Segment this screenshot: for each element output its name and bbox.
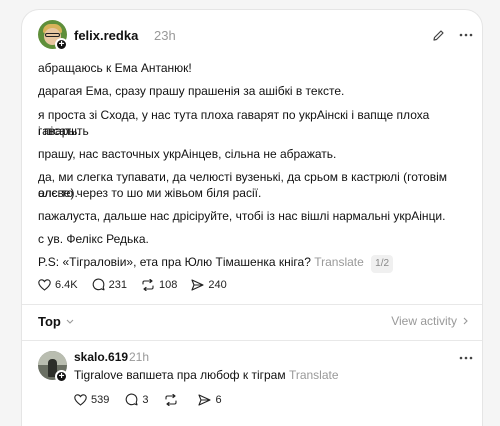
post-paragraph: пажалуста, дальше нас дрісіруйте, чтобі … xyxy=(38,209,446,223)
share-button[interactable]: 6 xyxy=(198,393,222,406)
comment-icon xyxy=(92,278,105,291)
repost-button[interactable]: 108 xyxy=(141,278,178,291)
divider xyxy=(22,304,482,305)
chevron-right-icon xyxy=(463,317,468,325)
like-count: 539 xyxy=(91,393,110,406)
share-icon xyxy=(198,393,212,406)
comment-count: 3 xyxy=(142,393,149,406)
sort-label: Top xyxy=(38,314,61,329)
reply-text: Tigralove вапшета пра любоф к тіграм xyxy=(74,368,286,382)
post-paragraph: с ув. Фелікс Редька. xyxy=(38,232,149,246)
chevron-down-icon xyxy=(66,319,74,324)
repost-count: 108 xyxy=(159,278,178,291)
translate-link[interactable]: Translate xyxy=(289,368,339,382)
post-time: 23h xyxy=(154,28,176,43)
share-count: 240 xyxy=(208,278,227,291)
share-count: 6 xyxy=(215,393,222,406)
repost-icon xyxy=(142,278,154,291)
reply-username[interactable]: skalo.619 xyxy=(74,350,128,364)
post-paragraph: абращаюсь к Ема Антанюк! xyxy=(38,61,192,75)
reply-time: 21h xyxy=(129,350,150,364)
post-last-line: P.S: «Тіграловіи», ета пра Юлю Тімашенка… xyxy=(38,254,394,273)
repost-button[interactable] xyxy=(164,393,182,406)
share-icon xyxy=(191,278,204,291)
comment-icon xyxy=(126,393,138,406)
reply-actions: 539 3 6 xyxy=(74,393,236,406)
post-ps-text: P.S: «Тіграловіи», ета пра Юлю Тімашенка… xyxy=(38,255,311,269)
post-paragraph: і пісать. xyxy=(38,124,81,138)
heart-icon xyxy=(74,393,87,406)
repost-icon xyxy=(165,393,178,406)
share-button[interactable]: 240 xyxy=(191,278,227,291)
post-paragraph: я проста зі Схода, у нас тута плоха гава… xyxy=(38,108,430,138)
post-username[interactable]: felix.redka xyxy=(74,28,138,43)
more-icon[interactable] xyxy=(459,356,473,360)
more-icon[interactable] xyxy=(459,33,473,37)
divider xyxy=(22,340,482,341)
follow-plus-icon[interactable]: + xyxy=(55,370,68,383)
like-button[interactable]: 6.4K xyxy=(38,279,78,291)
thread-card: + felix.redka 23h абращаюсь к Ема Антаню… xyxy=(21,9,483,426)
edit-icon[interactable] xyxy=(432,29,445,42)
like-count: 6.4K xyxy=(55,278,78,291)
sort-dropdown[interactable]: Top xyxy=(38,314,74,329)
comment-button[interactable]: 231 xyxy=(92,278,127,291)
post-paragraph: алє то через то шо ми жівьом біля расії. xyxy=(38,186,262,200)
view-activity-link[interactable]: View activity xyxy=(391,314,468,328)
reply-text-line: Tigralove вапшета пра любоф к тіграм Tra… xyxy=(74,367,339,383)
like-button[interactable]: 539 xyxy=(74,394,109,406)
page-indicator[interactable]: 1/2 xyxy=(371,255,394,273)
comment-button[interactable]: 3 xyxy=(125,393,148,406)
view-activity-label: View activity xyxy=(391,314,457,328)
translate-link[interactable]: Translate xyxy=(314,255,364,269)
comment-count: 231 xyxy=(108,278,127,291)
post-actions: 6.4K 231 108 240 xyxy=(38,278,241,291)
follow-plus-icon[interactable]: + xyxy=(55,38,68,51)
post-paragraph: прашу, нас васточных укрАінцев, сільна н… xyxy=(38,147,337,161)
post-paragraph: дарагая Ема, сразу прашу прашенія за аші… xyxy=(38,84,345,98)
heart-icon xyxy=(38,278,51,291)
